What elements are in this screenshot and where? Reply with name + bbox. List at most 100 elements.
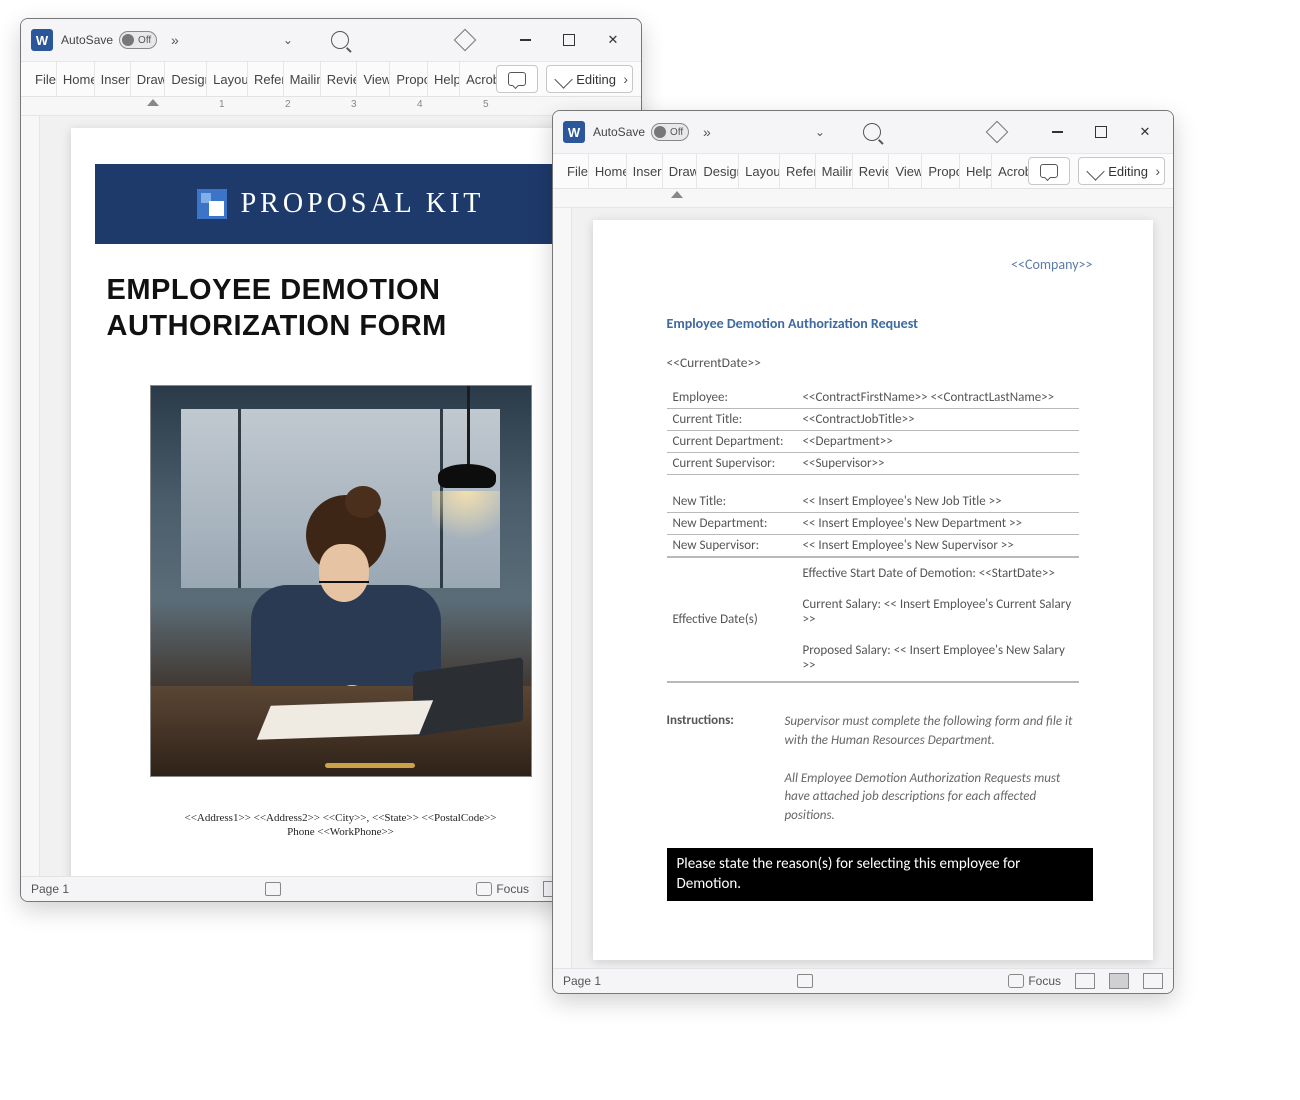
tab-insert[interactable]: Insert [627,154,663,188]
diamond-icon[interactable] [454,29,477,52]
table-row: Current Department:<<Department>> [667,431,1079,453]
tab-mailings[interactable]: Mailin [816,154,853,188]
ribbon-tabs: File Home Insert Draw Design Layout Refe… [553,154,1173,189]
tab-review[interactable]: Revie [321,62,358,96]
tab-references[interactable]: Refer [248,62,284,96]
print-layout-icon[interactable] [1109,973,1129,989]
maximize-button[interactable] [547,19,591,61]
maximize-button[interactable] [1079,111,1123,153]
diamond-icon[interactable] [986,121,1009,144]
effective-start-date: Effective Start Date of Demotion: <<Star… [797,558,1079,590]
read-mode-icon[interactable] [1075,973,1095,989]
editing-mode-button[interactable]: Editing [1078,157,1165,185]
horizontal-ruler[interactable]: 1 2 3 4 5 [21,97,641,116]
illustration-image [150,385,532,777]
qat-overflow-icon[interactable]: » [697,124,717,140]
minimize-button[interactable] [503,19,547,61]
title-dropdown-icon[interactable]: ⌄ [805,125,835,139]
instructions-p2: All Employee Demotion Authorization Requ… [785,771,1061,824]
table-row: New Supervisor:<< Insert Employee's New … [667,535,1079,557]
document-page[interactable]: <<Company>> Employee Demotion Authorizat… [593,220,1153,960]
tab-view[interactable]: View [357,62,390,96]
value-current-supervisor: <<Supervisor>> [797,453,1079,475]
status-page[interactable]: Page 1 [31,882,69,896]
focus-mode-button[interactable]: Focus [1008,974,1061,988]
editing-label: Editing [1108,164,1148,179]
word-window-2: W AutoSave Off » ⌄ ✕ File Home Insert Dr… [552,110,1174,994]
comments-button[interactable] [1028,157,1070,185]
close-button[interactable]: ✕ [1123,111,1167,153]
tab-acrobat[interactable]: Acrob [992,154,1028,188]
editing-mode-button[interactable]: Editing [546,65,633,93]
tab-help[interactable]: Help [960,154,992,188]
web-layout-icon[interactable] [1143,973,1163,989]
close-button[interactable]: ✕ [591,19,635,61]
tab-review[interactable]: Revie [853,154,890,188]
focus-mode-button[interactable]: Focus [476,882,529,896]
autosave-state: Off [138,35,151,46]
search-icon[interactable] [863,123,881,141]
document-scroll-area[interactable]: <<Company>> Employee Demotion Authorizat… [553,208,1173,968]
tab-mailings[interactable]: Mailin [284,62,321,96]
word-window-1: W AutoSave Off » ⌄ ✕ File Home Insert Dr… [20,18,642,902]
title-line-1: EMPLOYEE DEMOTION [107,274,441,306]
table-row: Current Title:<<ContractJobTitle>> [667,409,1079,431]
document-page[interactable]: PROPOSAL KIT EMPLOYEE DEMOTION AUTHORIZA… [71,128,611,876]
status-bar: Page 1 Focus [21,876,641,901]
value-new-title: << Insert Employee's New Job Title >> [797,491,1079,513]
instructions-label: Instructions: [667,713,757,826]
address-line-1: <<Address1>> <<Address2>> <<City>>, <<St… [185,812,497,824]
accessibility-icon[interactable] [797,974,813,988]
value-employee: <<ContractFirstName>> <<ContractLastName… [797,387,1079,409]
tab-draw[interactable]: Draw [131,62,166,96]
document-scroll-area[interactable]: PROPOSAL KIT EMPLOYEE DEMOTION AUTHORIZA… [21,116,641,876]
vertical-ruler[interactable] [21,116,40,876]
tab-file[interactable]: File [29,62,57,96]
reason-prompt-bar: Please state the reason(s) for selecting… [667,848,1093,901]
autosave-label: AutoSave [61,33,113,47]
tab-home[interactable]: Home [57,62,95,96]
status-page[interactable]: Page 1 [563,974,601,988]
value-new-supervisor: << Insert Employee's New Supervisor >> [797,535,1079,557]
qat-overflow-icon[interactable]: » [165,32,185,48]
tab-layout[interactable]: Layout [207,62,248,96]
horizontal-ruler[interactable] [553,189,1173,208]
logo-icon [197,189,227,219]
banner: PROPOSAL KIT [95,164,587,244]
pencil-icon [1087,162,1105,180]
tab-file[interactable]: File [561,154,589,188]
tab-draw[interactable]: Draw [663,154,698,188]
tab-proposal[interactable]: Propo [390,62,428,96]
autosave-label: AutoSave [593,125,645,139]
tab-view[interactable]: View [889,154,922,188]
tab-proposal[interactable]: Propo [922,154,960,188]
comments-button[interactable] [496,65,538,93]
tab-references[interactable]: Refer [780,154,816,188]
window-buttons: ✕ [1035,111,1167,153]
comment-icon [1040,164,1058,178]
search-icon[interactable] [331,31,349,49]
value-new-dept: << Insert Employee's New Department >> [797,513,1079,535]
minimize-button[interactable] [1035,111,1079,153]
tab-design[interactable]: Design [165,62,207,96]
titlebar: W AutoSave Off » ⌄ ✕ [553,111,1173,154]
tab-acrobat[interactable]: Acrob [460,62,496,96]
tab-home[interactable]: Home [589,154,627,188]
label-new-supervisor: New Supervisor: [667,535,797,557]
instructions-p1: Supervisor must complete the following f… [785,714,1073,748]
vertical-ruler[interactable] [553,208,572,968]
accessibility-icon[interactable] [265,882,281,896]
tab-insert[interactable]: Insert [95,62,131,96]
tab-help[interactable]: Help [428,62,460,96]
focus-label: Focus [1028,974,1061,988]
label-effective-dates: Effective Date(s) [667,558,797,683]
tab-design[interactable]: Design [697,154,739,188]
label-new-title: New Title: [667,491,797,513]
footer-address: <<Address1>> <<Address2>> <<City>>, <<St… [71,811,611,841]
comment-icon [508,72,526,86]
autosave-toggle[interactable]: Off [651,123,689,141]
tab-layout[interactable]: Layout [739,154,780,188]
autosave-toggle[interactable]: Off [119,31,157,49]
ribbon-tabs: File Home Insert Draw Design Layout Refe… [21,62,641,97]
title-dropdown-icon[interactable]: ⌄ [273,33,303,47]
